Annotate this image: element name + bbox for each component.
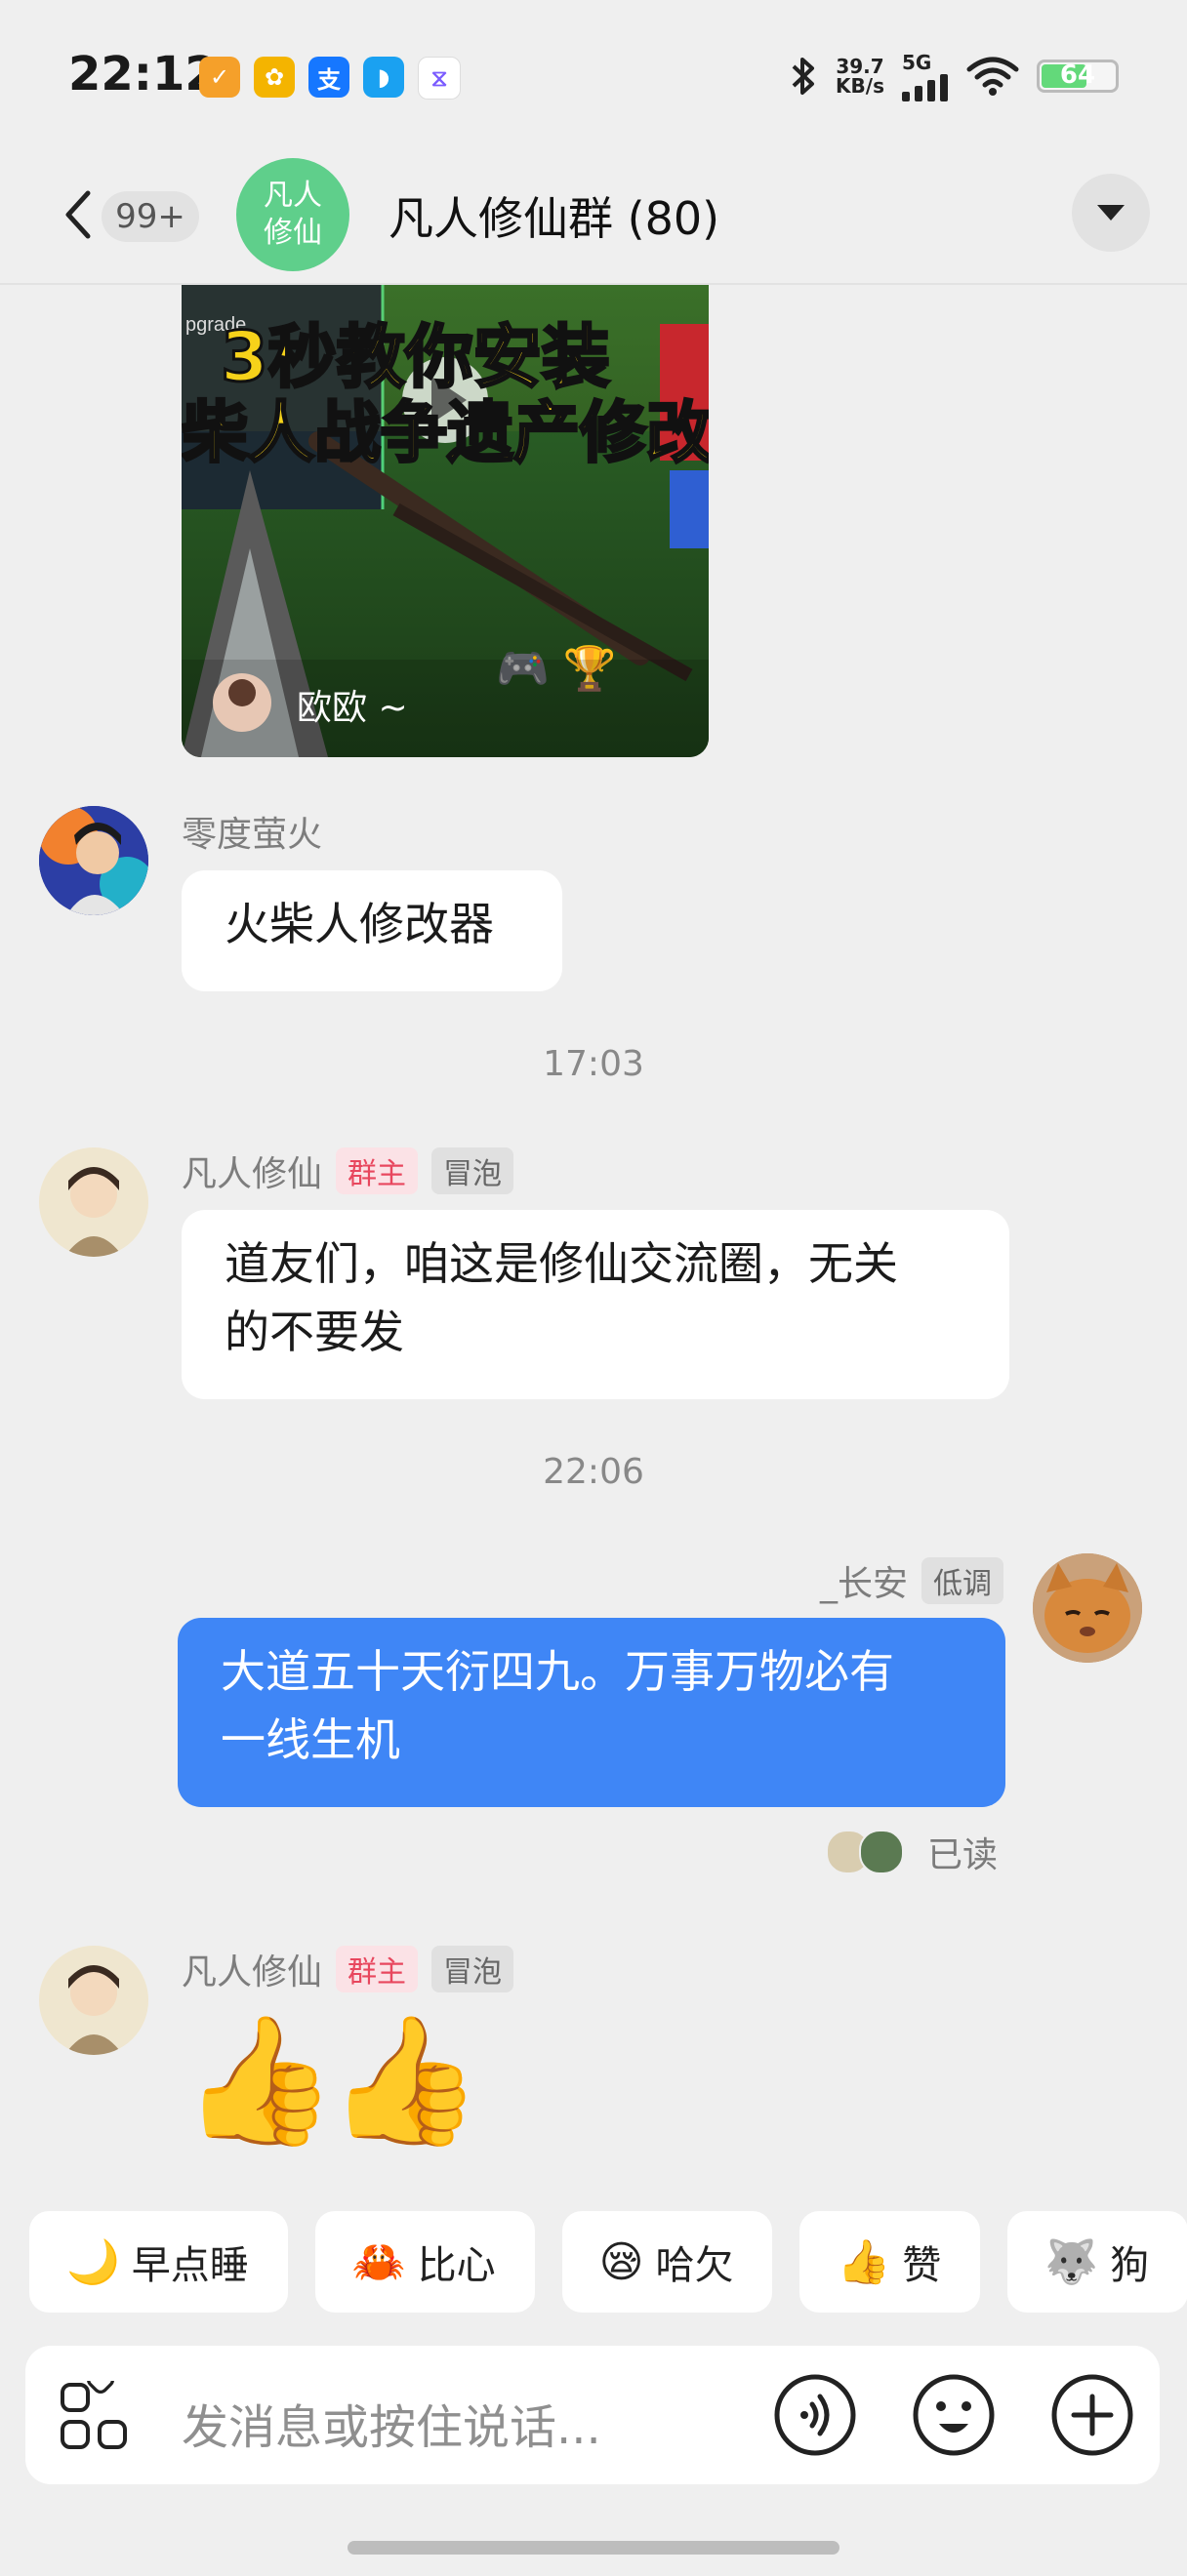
quick-reply-chip[interactable]: 🌙 早点睡 [29,2211,288,2313]
status-bar: 22:12 ✓ ✿ 支 ◗ ⧖ 39.7 KB/s 5G 64 [0,0,1187,146]
chevron-down-icon [1097,205,1125,221]
alipay-icon: 支 [308,57,349,98]
back-button[interactable] [59,185,98,244]
wolf-icon: 🐺 [1044,2237,1099,2287]
message-bubble-self[interactable]: 大道五十天衍四九。万事万物必有 一线生机 [178,1618,1005,1807]
group-avatar[interactable]: 凡人 修仙 [236,158,349,271]
quick-reply-chip[interactable]: 🦀 比心 [314,2211,535,2313]
chat-header: 99+ 凡人 修仙 凡人修仙群 (80) [0,146,1187,285]
thumbs-up-emoji-message[interactable]: 👍👍 [182,2008,483,2154]
level-badge: 冒泡 [431,1147,514,1194]
owner-badge: 群主 [336,1147,419,1194]
app-icon-1: ✓ [199,57,240,98]
avatar[interactable] [39,1147,148,1257]
timestamp: 17:03 [543,1044,644,1084]
cellular-signal: 5G [902,51,949,101]
signal-bars-icon [902,74,948,101]
network-speed: 39.7 KB/s [836,55,884,98]
hourglass-icon: ⧖ [418,57,461,100]
quick-reply-chip[interactable]: 👍 赞 [799,2211,981,2313]
emoji-icon[interactable] [912,2373,996,2457]
thumbs-up-icon: 👍 [837,2237,891,2287]
level-badge: 冒泡 [431,1946,514,1992]
wifi-icon [966,57,1019,96]
status-time: 22:12 [68,47,218,101]
avatar[interactable] [39,806,148,915]
quick-reply-bar: 🌙 早点睡 🦀 比心 😪 哈欠 👍 赞 🐺 狗 [29,2211,1187,2313]
owner-badge: 群主 [336,1946,419,1992]
notification-icons: ✓ ✿ 支 ◗ ⧖ [199,57,461,100]
message-input[interactable]: 发消息或按住说话... [182,2389,601,2457]
read-receipt[interactable]: 已读 [826,1827,998,1877]
unread-count-badge[interactable]: 99+ [102,191,199,242]
level-badge: 低调 [921,1557,1003,1604]
message-input-bar: 发消息或按住说话... [25,2346,1160,2484]
apps-grid-icon[interactable] [59,2381,129,2451]
message-bubble[interactable]: 火柴人修改器 [182,870,562,991]
video-author-name: 欧欧 ~ [297,688,408,728]
message-sender: 凡人修仙 群主 冒泡 [182,1146,514,1196]
moon-icon: 🌙 [66,2237,120,2287]
video-message-card[interactable]: 🎮 🏆 pgrade 3秒教你安装 柴人战争遗产修改 欧欧 ~ [182,285,709,757]
reader-avatar [859,1830,904,1874]
yawn-face-icon: 😪 [598,2236,644,2287]
battery-icon: 64 [1037,60,1119,93]
message-sender: 凡人修仙 群主 冒泡 [182,1944,514,1994]
add-icon[interactable] [1050,2373,1134,2457]
voice-icon[interactable] [773,2373,857,2457]
app-icon-2: ✿ [254,57,295,98]
timestamp: 22:06 [543,1452,644,1492]
bluetooth-icon [792,58,815,95]
crab-icon: 🦀 [351,2237,406,2287]
header-dropdown-button[interactable] [1072,174,1150,252]
quick-reply-chip[interactable]: 🐺 狗 [1007,2211,1187,2313]
message-sender: _长安 低调 [820,1555,1003,1606]
quick-reply-chip[interactable]: 😪 哈欠 [561,2211,773,2313]
home-indicator[interactable] [348,2541,839,2555]
avatar[interactable] [1033,1553,1142,1663]
video-title-line2: 柴人战争遗产修改 [182,394,709,474]
app-icon-4: ◗ [363,57,404,98]
avatar[interactable] [39,1946,148,2055]
message-sender: 零度萤火 [182,815,323,855]
group-title[interactable]: 凡人修仙群 (80) [389,183,719,248]
message-bubble[interactable]: 道友们，咱这是修仙交流圈，无关 的不要发 [182,1210,1009,1399]
